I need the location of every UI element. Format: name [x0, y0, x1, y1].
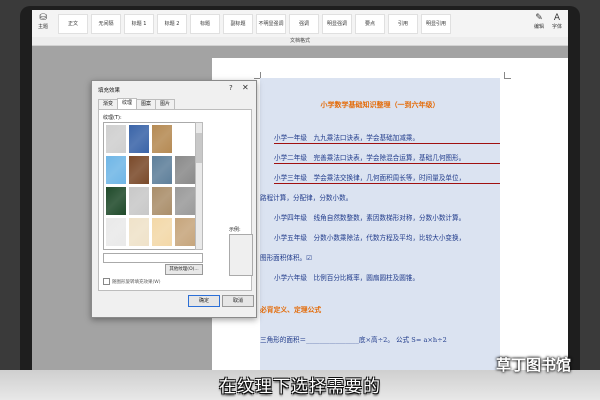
sample-preview: [229, 234, 253, 276]
texture-swatch[interactable]: [129, 125, 149, 153]
style-gallery[interactable]: 正文 无间隔 标题 1 标题 2 标题 副标题 不明显强调 强调 明显强调 要点…: [58, 12, 528, 34]
texture-swatch[interactable]: [129, 187, 149, 215]
other-texture-button[interactable]: 其他纹理(O)...: [165, 264, 203, 275]
section-heading: 必背定义、定理公式: [260, 306, 322, 314]
cancel-button[interactable]: 取消: [222, 295, 254, 307]
texture-swatch[interactable]: [152, 218, 172, 246]
doc-line-grade5: 小学五年级 分数小数乘除法，代数方程及平均，比较大小变换，: [274, 234, 466, 242]
font-icon: A: [553, 13, 561, 23]
style-thumb[interactable]: 强调: [289, 14, 319, 34]
edit-button[interactable]: ✎ 编辑: [532, 13, 546, 30]
texture-swatch[interactable]: [152, 187, 172, 215]
tab-pattern[interactable]: 图案: [136, 99, 156, 109]
style-thumb[interactable]: 标题 1: [124, 14, 154, 34]
texture-scrollbar[interactable]: [195, 122, 203, 250]
style-thumb[interactable]: 明显引用: [421, 14, 451, 34]
doc-line-grade3-cont: 路程计算，分配律，分数小数。: [260, 194, 353, 202]
dialog-title: 填充效果: [98, 88, 121, 94]
texture-swatch[interactable]: [175, 187, 195, 215]
rotate-with-shape-option[interactable]: 随图形旋转填充效果(W): [103, 278, 160, 285]
document-page[interactable]: 小学数学基础知识整理（一到六年级） 小学一年级 九九乘法口诀表，学会基础加减乘。…: [212, 58, 568, 374]
rotate-checkbox[interactable]: [103, 278, 110, 285]
style-thumb[interactable]: 标题: [190, 14, 220, 34]
style-thumb[interactable]: 引用: [388, 14, 418, 34]
sample-label: 示例:: [229, 227, 241, 233]
style-thumb[interactable]: 要点: [355, 14, 385, 34]
ribbon-group-label: 文档格式: [32, 37, 568, 46]
doc-line-grade2: 小学二年级 完善乘法口诀表，学会除混合运算，基础几何图形。: [274, 152, 500, 164]
document-title: 小学数学基础知识整理（一到六年级）: [320, 100, 440, 109]
texture-label: 纹理(T):: [103, 115, 122, 121]
texture-swatch[interactable]: [106, 156, 126, 184]
texture-swatch[interactable]: [106, 218, 126, 246]
screen: ⛁ 主题 正文 无间隔 标题 1 标题 2 标题 副标题 不明显强调 强调 明显…: [32, 10, 568, 374]
doc-line-grade1: 小学一年级 九九乘法口诀表，学会基础加减乘。: [274, 132, 500, 144]
tab-texture[interactable]: 纹理: [117, 98, 137, 109]
video-caption: 在纹理下选择需要的: [219, 377, 381, 397]
scrollbar-thumb[interactable]: [196, 133, 202, 163]
fill-effects-dialog: 填充效果 ? ✕ 渐变 纹理 图案 图片 纹理(T): 其他纹理(O)... 随…: [91, 80, 257, 318]
texture-swatch[interactable]: [129, 156, 149, 184]
texture-gallery[interactable]: [103, 122, 197, 250]
texture-swatch[interactable]: [175, 218, 195, 246]
style-thumb[interactable]: 副标题: [223, 14, 253, 34]
theme-button[interactable]: ⛁ 主题: [36, 13, 50, 30]
style-thumb[interactable]: 无间隔: [91, 14, 121, 34]
doc-line-grade6: 小学六年级 比例百分比概率，圆扇圆柱及圆锥。: [274, 274, 420, 282]
style-thumb[interactable]: 明显强调: [322, 14, 352, 34]
rotate-label: 随图形旋转填充效果(W): [112, 280, 161, 285]
texture-panel: 纹理(T): 其他纹理(O)... 随图形旋转填充效果(W) 示例:: [98, 109, 253, 291]
texture-swatch[interactable]: [106, 187, 126, 215]
font-button[interactable]: A 字体: [550, 13, 564, 30]
edit-icon: ✎: [535, 13, 543, 23]
document-body[interactable]: 小学数学基础知识整理（一到六年级） 小学一年级 九九乘法口诀表，学会基础加减乘。…: [260, 78, 500, 374]
close-icon[interactable]: ✕: [242, 83, 249, 92]
doc-line-grade4: 小学四年级 线角自然数整数，素因数梯形对称，分数小数计算。: [274, 214, 466, 222]
texture-swatch[interactable]: [152, 125, 172, 153]
watermark: 草丁图书馆: [496, 356, 572, 374]
formula-line: 三角形的面积＝________________底×高÷2。 公式 S= a×h÷…: [260, 336, 447, 344]
tab-picture[interactable]: 图片: [155, 99, 175, 109]
theme-icon: ⛁: [39, 13, 47, 23]
texture-swatch[interactable]: [129, 218, 149, 246]
style-thumb[interactable]: 正文: [58, 14, 88, 34]
ok-button[interactable]: 确定: [188, 295, 220, 307]
style-thumb[interactable]: 标题 2: [157, 14, 187, 34]
texture-swatch[interactable]: [175, 156, 195, 184]
style-thumb[interactable]: 不明显强调: [256, 14, 286, 34]
help-icon[interactable]: ?: [229, 84, 233, 92]
texture-swatch[interactable]: [152, 156, 172, 184]
ribbon: ⛁ 主题 正文 无间隔 标题 1 标题 2 标题 副标题 不明显强调 强调 明显…: [32, 10, 568, 38]
texture-name-field: [103, 253, 203, 263]
doc-line-grade3: 小学三年级 学会乘法交换律，几何面积周长等，时间量及单位，: [274, 172, 500, 184]
page-corner-mark: [504, 72, 511, 79]
tab-gradient[interactable]: 渐变: [98, 99, 118, 109]
doc-line-grade5-cont: 图形面积体积。☑: [260, 254, 313, 262]
texture-swatch[interactable]: [106, 125, 126, 153]
